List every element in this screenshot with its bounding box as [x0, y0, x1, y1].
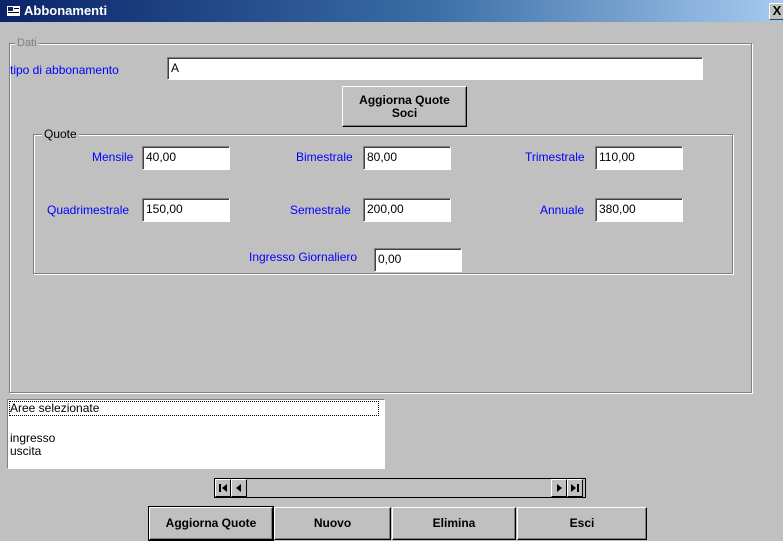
- nuovo-button[interactable]: Nuovo: [274, 507, 391, 540]
- first-record-button[interactable]: [215, 479, 231, 497]
- quadrimestrale-label: Quadrimestrale: [47, 203, 130, 217]
- last-record-button[interactable]: [567, 479, 583, 497]
- bimestrale-label: Bimestrale: [296, 150, 353, 164]
- elimina-button[interactable]: Elimina: [392, 507, 516, 540]
- semestrale-label: Semestrale: [290, 203, 351, 217]
- ingresso-giornaliero-label: Ingresso Giornaliero: [249, 250, 358, 264]
- aggiorna-quote-soci-button[interactable]: Aggiorna Quote Soci: [342, 86, 467, 127]
- first-record-icon: [219, 484, 227, 492]
- prev-record-icon: [236, 484, 241, 492]
- annuale-label: Annuale: [540, 203, 585, 217]
- aree-selezionate-list[interactable]: Aree selezionate ingresso uscita: [7, 399, 385, 469]
- ingresso-giornaliero-input[interactable]: 0,00: [374, 248, 462, 272]
- title-bar[interactable]: [0, 0, 783, 22]
- tipo-abbonamento-input[interactable]: A: [167, 57, 703, 80]
- next-record-button[interactable]: [551, 479, 567, 497]
- semestrale-input[interactable]: 200,00: [363, 198, 451, 222]
- bimestrale-input[interactable]: 80,00: [363, 146, 451, 170]
- esci-button[interactable]: Esci: [517, 507, 647, 540]
- prev-record-button[interactable]: [231, 479, 247, 497]
- record-navigator[interactable]: [214, 478, 586, 498]
- tipo-abbonamento-label: tipo di abbonamento: [10, 63, 119, 77]
- list-item-uscita[interactable]: uscita: [10, 445, 41, 458]
- trimestrale-label: Trimestrale: [525, 150, 585, 164]
- app-icon: [7, 6, 20, 16]
- trimestrale-input[interactable]: 110,00: [595, 146, 683, 170]
- next-record-icon: [557, 484, 562, 492]
- mensile-input[interactable]: 40,00: [142, 146, 230, 170]
- close-button[interactable]: X: [769, 3, 783, 20]
- last-record-icon: [571, 484, 579, 492]
- window-title: Abbonamenti: [24, 3, 108, 18]
- aggiorna-quote-button[interactable]: Aggiorna Quote: [148, 506, 274, 541]
- list-header[interactable]: Aree selezionate: [9, 401, 379, 416]
- quadrimestrale-input[interactable]: 150,00: [142, 198, 230, 222]
- mensile-label: Mensile: [92, 150, 134, 164]
- quote-legend: Quote: [42, 127, 79, 141]
- annuale-input[interactable]: 380,00: [595, 198, 683, 222]
- dati-legend: Dati: [15, 36, 39, 50]
